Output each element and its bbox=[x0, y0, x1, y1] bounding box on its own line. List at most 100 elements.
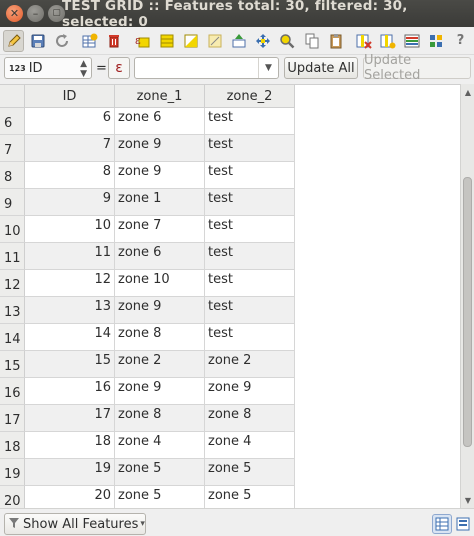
deselect-all-button[interactable] bbox=[204, 30, 225, 52]
select-all-button[interactable] bbox=[156, 30, 177, 52]
corner-header[interactable] bbox=[0, 85, 25, 108]
scroll-down-icon[interactable]: ▼ bbox=[462, 494, 474, 506]
cell-zone-1[interactable]: zone 9 bbox=[115, 297, 205, 324]
cell-zone-2[interactable]: test bbox=[205, 297, 295, 324]
row-header[interactable]: 17 bbox=[0, 405, 25, 432]
cell-id[interactable]: 12 bbox=[25, 270, 115, 297]
chevron-down-icon[interactable]: ▼ bbox=[258, 58, 278, 78]
close-window-button[interactable]: ✕ bbox=[6, 5, 23, 22]
row-header[interactable]: 8 bbox=[0, 162, 25, 189]
vertical-scrollbar[interactable]: ▲ ▼ bbox=[460, 84, 474, 508]
cell-zone-1[interactable]: zone 5 bbox=[115, 459, 205, 486]
zoom-to-selection-button[interactable] bbox=[277, 30, 298, 52]
row-header[interactable]: 13 bbox=[0, 297, 25, 324]
cell-id[interactable]: 19 bbox=[25, 459, 115, 486]
select-by-expression-button[interactable]: ε bbox=[132, 30, 153, 52]
column-header-id[interactable]: ID bbox=[25, 85, 115, 108]
cell-id[interactable]: 14 bbox=[25, 324, 115, 351]
cell-zone-1[interactable]: zone 5 bbox=[115, 486, 205, 508]
chevron-updown-icon: ▲ ▼ bbox=[80, 59, 87, 79]
cell-zone-1[interactable]: zone 9 bbox=[115, 135, 205, 162]
cell-zone-2[interactable]: zone 5 bbox=[205, 486, 295, 508]
cell-zone-1[interactable]: zone 8 bbox=[115, 324, 205, 351]
cell-zone-2[interactable]: zone 2 bbox=[205, 351, 295, 378]
status-bar: Show All Features ▾ bbox=[0, 508, 474, 536]
column-header-zone-1[interactable]: zone_1 bbox=[115, 85, 205, 108]
cell-zone-2[interactable]: test bbox=[205, 324, 295, 351]
row-header[interactable]: 10 bbox=[0, 216, 25, 243]
cell-zone-1[interactable]: zone 1 bbox=[115, 189, 205, 216]
cell-id[interactable]: 6 bbox=[25, 108, 115, 135]
cell-id[interactable]: 17 bbox=[25, 405, 115, 432]
cell-zone-1[interactable]: zone 2 bbox=[115, 351, 205, 378]
cell-zone-1[interactable]: zone 8 bbox=[115, 405, 205, 432]
copy-rows-button[interactable] bbox=[301, 30, 322, 52]
expression-builder-button[interactable]: ε bbox=[108, 57, 130, 79]
cell-id[interactable]: 15 bbox=[25, 351, 115, 378]
row-header[interactable]: 9 bbox=[0, 189, 25, 216]
cell-zone-2[interactable]: zone 5 bbox=[205, 459, 295, 486]
delete-column-button[interactable] bbox=[353, 30, 374, 52]
conditional-formatting-button[interactable] bbox=[402, 30, 423, 52]
row-header[interactable]: 19 bbox=[0, 459, 25, 486]
update-selected-button[interactable]: Update Selected bbox=[363, 53, 471, 83]
form-view-button[interactable] bbox=[453, 514, 473, 534]
cell-zone-2[interactable]: zone 4 bbox=[205, 432, 295, 459]
cell-id[interactable]: 8 bbox=[25, 162, 115, 189]
minimize-window-button[interactable]: – bbox=[27, 5, 44, 22]
move-selection-to-top-button[interactable] bbox=[228, 30, 249, 52]
scrollbar-thumb[interactable] bbox=[463, 177, 472, 447]
update-value-combo[interactable]: ▼ bbox=[134, 57, 279, 79]
row-header[interactable]: 15 bbox=[0, 351, 25, 378]
help-button[interactable]: ? bbox=[450, 30, 471, 52]
row-header[interactable]: 6 bbox=[0, 108, 25, 135]
cell-zone-2[interactable]: test bbox=[205, 162, 295, 189]
cell-zone-1[interactable]: zone 9 bbox=[115, 162, 205, 189]
feature-filter-button[interactable]: Show All Features ▾ bbox=[4, 513, 146, 535]
cell-zone-1[interactable]: zone 7 bbox=[115, 216, 205, 243]
cell-id[interactable]: 13 bbox=[25, 297, 115, 324]
cell-id[interactable]: 10 bbox=[25, 216, 115, 243]
cell-zone-2[interactable]: test bbox=[205, 270, 295, 297]
cell-zone-1[interactable]: zone 4 bbox=[115, 432, 205, 459]
column-header-zone-2[interactable]: zone_2 bbox=[205, 85, 295, 108]
cell-zone-2[interactable]: test bbox=[205, 135, 295, 162]
row-header[interactable]: 12 bbox=[0, 270, 25, 297]
toggle-editing-button[interactable] bbox=[3, 29, 25, 52]
cell-zone-2[interactable]: test bbox=[205, 216, 295, 243]
table-view-button[interactable] bbox=[432, 514, 452, 534]
add-feature-button[interactable] bbox=[80, 30, 101, 52]
row-header[interactable]: 18 bbox=[0, 432, 25, 459]
invert-selection-button[interactable] bbox=[180, 30, 201, 52]
cell-zone-1[interactable]: zone 9 bbox=[115, 378, 205, 405]
paste-features-button[interactable] bbox=[325, 30, 346, 52]
update-all-button[interactable]: Update All bbox=[284, 57, 358, 79]
save-edits-button[interactable] bbox=[27, 30, 48, 52]
scroll-up-icon[interactable]: ▲ bbox=[462, 86, 474, 98]
cell-id[interactable]: 20 bbox=[25, 486, 115, 508]
field-select[interactable]: 123 ID ▲ ▼ bbox=[4, 57, 92, 79]
cell-zone-2[interactable]: zone 9 bbox=[205, 378, 295, 405]
row-header[interactable]: 16 bbox=[0, 378, 25, 405]
cell-zone-1[interactable]: zone 10 bbox=[115, 270, 205, 297]
cell-zone-2[interactable]: test bbox=[205, 243, 295, 270]
cell-zone-2[interactable]: test bbox=[205, 189, 295, 216]
cell-id[interactable]: 18 bbox=[25, 432, 115, 459]
cell-id[interactable]: 9 bbox=[25, 189, 115, 216]
cell-id[interactable]: 11 bbox=[25, 243, 115, 270]
pan-to-selection-button[interactable] bbox=[253, 30, 274, 52]
delete-feature-button[interactable] bbox=[104, 30, 125, 52]
row-header[interactable]: 7 bbox=[0, 135, 25, 162]
row-header[interactable]: 11 bbox=[0, 243, 25, 270]
row-header[interactable]: 14 bbox=[0, 324, 25, 351]
cell-id[interactable]: 7 bbox=[25, 135, 115, 162]
row-header[interactable]: 20 bbox=[0, 486, 25, 508]
cell-zone-2[interactable]: zone 8 bbox=[205, 405, 295, 432]
reload-button[interactable] bbox=[51, 30, 72, 52]
new-column-button[interactable] bbox=[377, 30, 398, 52]
cell-zone-1[interactable]: zone 6 bbox=[115, 243, 205, 270]
cell-id[interactable]: 16 bbox=[25, 378, 115, 405]
cell-zone-1[interactable]: zone 6 bbox=[115, 108, 205, 135]
field-calculator-button[interactable] bbox=[426, 30, 447, 52]
cell-zone-2[interactable]: test bbox=[205, 108, 295, 135]
